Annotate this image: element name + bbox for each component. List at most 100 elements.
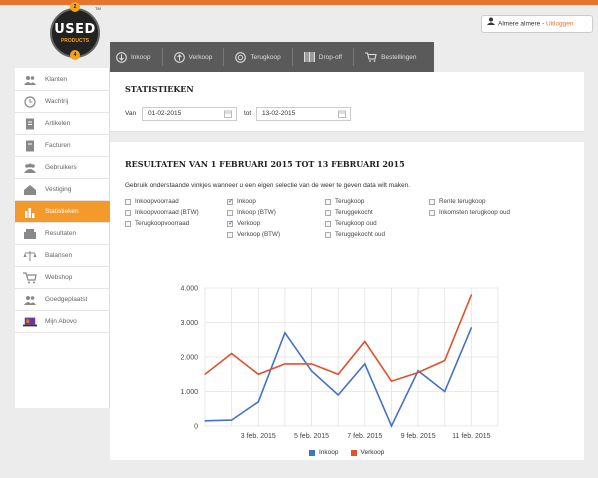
sidebar-item-label: Artikelen (45, 120, 71, 127)
data-point-verkoop (337, 373, 339, 375)
checkbox-box[interactable] (429, 198, 435, 205)
nav-item-bestellingen[interactable]: Bestellingen (365, 42, 417, 72)
data-point-inkoop (204, 420, 206, 422)
nav-item-inkoop[interactable]: Inkoop (116, 42, 151, 72)
checkbox-terugkoop-oud[interactable]: Terugkoop oud (325, 220, 377, 227)
user-icon (487, 16, 495, 32)
checkbox-box[interactable] (227, 209, 233, 216)
legend-swatch (309, 449, 315, 456)
checkbox-box[interactable] (125, 220, 131, 227)
calendar-icon[interactable] (338, 110, 346, 118)
data-point-verkoop (390, 380, 393, 382)
document-icon (23, 118, 37, 130)
sidebar-item-label: Gebruikers (45, 164, 77, 171)
checkbox-label: Terugkoop (335, 198, 365, 205)
checkbox-inkoop[interactable]: Inkoop (227, 197, 256, 205)
barcode-icon (303, 52, 315, 62)
data-point-inkoop (310, 370, 313, 372)
sidebar-item-mijn-abovo[interactable]: Mijn Abovo (15, 311, 110, 333)
checkbox-verkoop[interactable]: Verkoop (227, 219, 260, 227)
sidebar-item-goedgeplaatst[interactable]: Goedgeplaatst (15, 289, 110, 311)
data-point-verkoop (257, 373, 259, 375)
data-point-inkoop (470, 327, 472, 329)
data-point-inkoop (231, 419, 233, 421)
checkbox-inkoopvoorraad-btw[interactable]: Inkoopvoorraad (BTW) (125, 209, 199, 216)
clock-icon (23, 95, 37, 108)
sidebar-item-label: Facturen (45, 142, 71, 149)
nav-item-label: Bestellingen (381, 53, 417, 61)
checkbox-label: Terugkoop oud (335, 220, 377, 227)
checkbox-inkomsten-terugkoop-oud[interactable]: Inkomsten terugkoop oud (429, 209, 510, 216)
checkbox-label: Inkoop (BTW) (237, 209, 276, 216)
nav-item-drop-off[interactable]: Drop-off (303, 42, 342, 72)
sidebar-item-artikelen[interactable]: Artikelen (15, 113, 110, 135)
user-name: Almere almere - (498, 20, 547, 28)
data-point-inkoop (444, 390, 446, 393)
checkbox-label: Inkoopvoorraad (135, 198, 179, 205)
calendar-icon[interactable] (224, 110, 232, 118)
checkbox-inkoop-btw[interactable]: Inkoop (BTW) (227, 209, 276, 216)
legend-item-verkoop[interactable]: Verkoop (350, 449, 385, 456)
from-date-input[interactable]: 01-02-2015 (142, 107, 237, 121)
sidebar-item-label: Webshop (45, 274, 73, 281)
to-date-input[interactable]: 13-02-2015 (256, 107, 351, 121)
checkbox-box[interactable] (325, 231, 331, 238)
x-tick-label: 7 feb. 2015 (347, 433, 382, 440)
x-tick-label: 3 feb. 2015 (241, 433, 276, 440)
arrow-up-circle-icon (173, 51, 185, 63)
checkbox-teruggekocht-oud[interactable]: Teruggekocht oud (325, 231, 385, 238)
nav-separator (223, 48, 225, 66)
data-point-inkoop (417, 370, 419, 372)
return-circle-icon (235, 51, 247, 63)
cart-icon (23, 271, 37, 284)
x-tick-label: 11 feb. 2015 (452, 433, 491, 440)
arrow-down-circle-icon (116, 51, 127, 63)
sidebar-item-klanten[interactable]: Klanten (15, 69, 110, 91)
sidebar-item-balansen[interactable]: Balansen (15, 245, 110, 267)
checkbox-terugkoop[interactable]: Terugkoop (325, 198, 364, 205)
checkbox-rente-terugkoop[interactable]: Rente terugkoop (429, 198, 486, 205)
nav-item-verkoop[interactable]: Verkoop (173, 42, 212, 72)
data-point-verkoop (310, 363, 313, 365)
checkbox-box[interactable] (227, 231, 233, 238)
checkbox-box[interactable] (325, 220, 331, 227)
checkbox-label: Inkoopvoorraad (BTW) (135, 209, 199, 216)
checkbox-inkoopvoorraad[interactable]: Inkoopvoorraad (125, 198, 179, 205)
sidebar-item-vestiging[interactable]: Vestiging (15, 179, 110, 201)
sidebar-item-label: Mijn Abovo (45, 318, 77, 325)
checkbox-label: Inkomsten terugkoop oud (439, 209, 511, 216)
sidebar: Klanten Wachtrij Artikelen Facturen Gebruike… (15, 68, 110, 408)
sidebar-item-webshop[interactable]: Webshop (15, 267, 110, 289)
sidebar-item-wachtrij[interactable]: Wachtrij (15, 91, 110, 113)
checkbox-box[interactable] (429, 209, 435, 216)
line-chart: 0 1.000 2.000 3.000 4.000 3 feb. 2015 5 feb. 2… (180, 286, 499, 440)
checkbox-verkoop-btw[interactable]: Verkoop (BTW) (227, 231, 280, 238)
checkbox-box[interactable] (325, 198, 331, 205)
results-intro: Gebruik onderstaande vinkjes wanneer u e… (125, 182, 411, 189)
sidebar-item-facturen[interactable]: Facturen (15, 135, 110, 157)
checkbox-box[interactable] (125, 209, 131, 216)
logout-link[interactable]: Uitloggen (546, 21, 573, 28)
checkbox-teruggekocht[interactable]: Teruggekocht (325, 209, 373, 216)
checkbox-box[interactable] (227, 197, 234, 205)
data-point-verkoop (204, 373, 206, 375)
checkbox-terugkoopvoorraad[interactable]: Terugkoopvoorraad (125, 220, 189, 227)
used-products-logo[interactable]: 2 USED PRODUCTS 4 TM (50, 2, 101, 64)
checkbox-box[interactable] (227, 219, 234, 227)
people-icon (23, 74, 37, 86)
house-icon (23, 184, 37, 196)
sidebar-item-gebruikers[interactable]: Gebruikers (15, 157, 110, 179)
sidebar-item-resultaten[interactable]: Resultaten (15, 223, 110, 245)
checkbox-box[interactable] (325, 209, 331, 216)
checkbox-box[interactable] (125, 198, 131, 205)
legend-label: Verkoop (360, 449, 385, 456)
invoice-icon (23, 140, 37, 152)
sidebar-item-label: Klanten (45, 76, 68, 83)
bar-chart-icon (23, 206, 37, 218)
nav-item-terugkoop[interactable]: Terugkoop (235, 42, 281, 72)
sidebar-item-statistieken[interactable]: Statistieken (15, 201, 110, 223)
logo-top-number: 2 (70, 2, 80, 12)
from-label: Van (125, 110, 137, 117)
nav-separator (353, 48, 355, 66)
legend-item-inkoop[interactable]: Inkoop (309, 449, 339, 456)
